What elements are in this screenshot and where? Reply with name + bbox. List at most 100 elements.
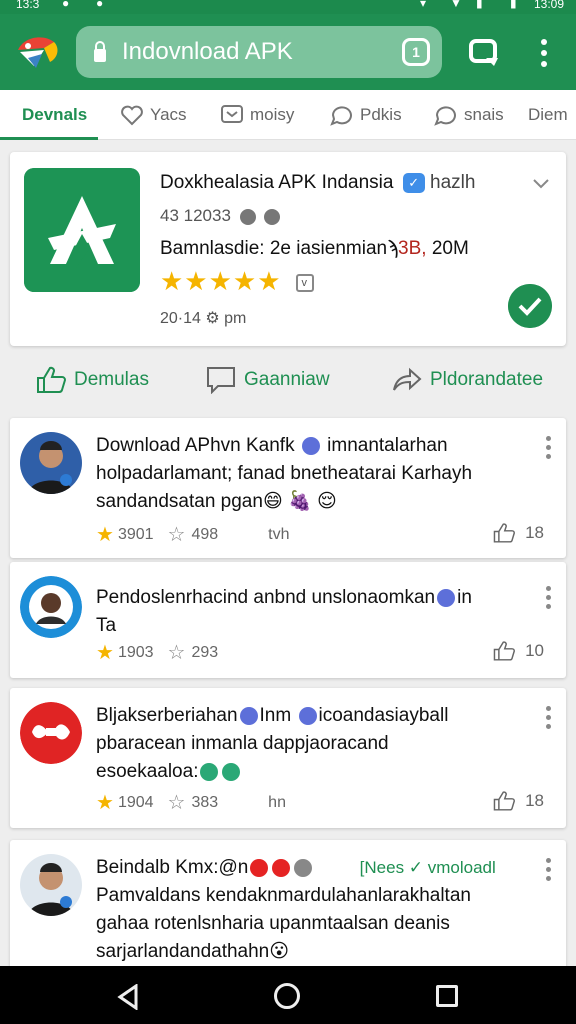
avatar[interactable] <box>20 432 82 494</box>
comment-menu-icon[interactable] <box>544 858 552 884</box>
comment-extra: tvh <box>268 525 290 543</box>
verified-badge-icon <box>298 706 317 725</box>
thumbs-up-icon <box>493 523 516 543</box>
tab-label: Yacs <box>150 105 187 124</box>
avatar[interactable] <box>20 576 82 638</box>
star-icon: ★ <box>96 524 114 546</box>
tab-count-icon[interactable]: 1 <box>402 38 430 66</box>
comment-icon <box>207 367 235 394</box>
app-name-tail: hazlh <box>430 172 476 193</box>
verified-badge-icon: ✓ <box>402 172 425 193</box>
notification-icon: ● <box>62 0 70 10</box>
home-icon[interactable] <box>274 983 300 1009</box>
info-icon <box>294 858 313 877</box>
rating-count: 3901 <box>117 525 154 543</box>
emoji: 😮 <box>269 941 290 962</box>
message-icon <box>221 105 243 123</box>
tab-yacs[interactable]: Yacs <box>120 90 187 140</box>
rating-badge-icon: v <box>295 274 314 293</box>
tab-label: moisy <box>250 105 295 124</box>
address-bar[interactable]: Indovnload APK 1 <box>76 26 442 78</box>
signal-bars-icon: ▮ <box>476 0 483 10</box>
signal-icon: ▼ <box>450 0 462 10</box>
info-icon <box>264 208 281 225</box>
play-icon <box>272 858 291 877</box>
chevron-down-icon[interactable] <box>532 174 550 192</box>
verified-badge-icon <box>301 436 320 455</box>
comment-card[interactable]: Bljakserberiahan Inm icoandasiayball pbar… <box>10 688 566 828</box>
star-outline-icon[interactable]: ☆ <box>168 640 186 665</box>
app-info-card[interactable]: Doxkhealasia APK Indansia ✓ hazlh 43 120… <box>10 152 566 346</box>
comment-line: holpadarlamant; fanad bnetheatarai Karha… <box>96 463 473 484</box>
avatar[interactable] <box>20 702 82 764</box>
share-icon[interactable] <box>468 38 502 70</box>
tab-snais[interactable]: snais <box>434 90 504 140</box>
comment-line: gahaa rotenlsnharia upanmtaalsan deanis <box>96 913 450 934</box>
app-rating: ★★★★★ v <box>160 266 314 297</box>
comment-action-button[interactable]: Gaanniaw <box>206 366 330 394</box>
comment-card[interactable]: Download APhvn Kanfk imnantalarhan holpa… <box>10 418 566 558</box>
like-button[interactable]: 18 <box>493 790 544 812</box>
tab-pdkis[interactable]: Pdkis <box>330 90 402 140</box>
star-icon: ★ <box>96 792 114 814</box>
notification-icon: ● <box>96 0 104 10</box>
comment-line: Pamvaldans kendaknmardulahanlarakhaltan <box>96 885 471 906</box>
comment-line: Download APhvn Kanfk imnantalarhan <box>96 435 448 456</box>
comment-menu-icon[interactable] <box>544 436 552 462</box>
comment-line: sarjarlandandathahn😮 <box>96 941 290 962</box>
comment-menu-icon[interactable] <box>544 706 552 732</box>
comment-card[interactable]: Pendoslenrhacind anbnd unslonaomkan in Ta… <box>10 562 566 678</box>
comment-menu-icon[interactable] <box>544 586 552 612</box>
app-logo-icon[interactable] <box>14 32 62 72</box>
share-action-button[interactable]: Pldorandatee <box>392 366 543 394</box>
tab-devnals[interactable]: Devnals <box>22 90 87 140</box>
thumbs-up-icon <box>493 641 516 661</box>
comment-text: Beindalb Kmx:@n [Nees ✓ vmoloadl Pamvald… <box>96 854 526 966</box>
comment-text: Download APhvn Kanfk imnantalarhan holpa… <box>96 432 526 516</box>
app-icon <box>24 168 140 292</box>
comment-stats: ★ 1903 ☆ 293 <box>96 640 218 665</box>
tab-diem[interactable]: Diem <box>528 90 568 140</box>
share-icon <box>393 367 422 391</box>
like-count: 10 <box>525 641 544 660</box>
avatar[interactable] <box>20 854 82 916</box>
status-clock: 13:09 <box>533 0 564 11</box>
tab-label: Devnals <box>22 105 88 124</box>
app-meta-date: 20·14 ⚙ pm <box>160 310 247 327</box>
tab-indicator <box>0 137 98 140</box>
verified-badge-icon <box>239 706 258 725</box>
overflow-menu-icon[interactable] <box>536 36 552 70</box>
star-outline-icon[interactable]: ☆ <box>168 522 186 547</box>
rating-count: 1904 <box>117 793 154 811</box>
comment-card[interactable]: Beindalb Kmx:@n [Nees ✓ vmoloadl Pamvald… <box>10 840 566 980</box>
app-name: Doxkhealasia APK Indansia <box>160 172 394 193</box>
like-button[interactable]: 10 <box>493 640 544 662</box>
app-size: 20M <box>426 238 469 259</box>
star-outline-icon[interactable]: ☆ <box>168 790 186 815</box>
comment-line: Pendoslenrhacind anbnd unslonaomkan in <box>96 587 472 608</box>
comment-line: pbaracean inmanla dappjaoracand <box>96 733 389 754</box>
app-meta-size: Bamnlasdie: 2e iasienmianϡ3B, 20M <box>160 238 469 260</box>
thumbs-up-icon <box>493 791 516 811</box>
category-tabs: Devnals Yacs moisy Pdkis snais Diem <box>0 90 576 140</box>
recents-icon[interactable] <box>436 985 458 1007</box>
comment-stats: ★ 3901 ☆ 498 tvh <box>96 522 290 547</box>
back-icon[interactable] <box>116 984 140 1010</box>
favorite-count: 293 <box>191 643 219 661</box>
app-meta-highlight: 3B, <box>398 238 427 259</box>
action-label: Gaanniaw <box>244 369 330 390</box>
tab-moisy[interactable]: moisy <box>220 90 294 140</box>
battery-icon: ▮ <box>510 0 517 10</box>
action-label: Demulas <box>74 369 149 390</box>
like-action-button[interactable]: Demulas <box>36 366 149 394</box>
star-icon: ★ <box>96 642 114 664</box>
app-meta-prefix: Bamnlasdie: 2e iasienmianϡ <box>160 238 399 259</box>
like-button[interactable]: 18 <box>493 522 544 544</box>
emoji-group: 😄 🍇 😌 <box>262 491 337 512</box>
like-count: 18 <box>525 523 544 542</box>
heart-icon <box>121 105 143 126</box>
like-count: 18 <box>525 791 544 810</box>
link-icon <box>222 762 241 781</box>
comment-stats: ★ 1904 ☆ 383 hn <box>96 790 286 815</box>
status-bar: 13:3 ● ● ▾ ▼ ▮ ▮ 13:09 <box>0 0 576 14</box>
